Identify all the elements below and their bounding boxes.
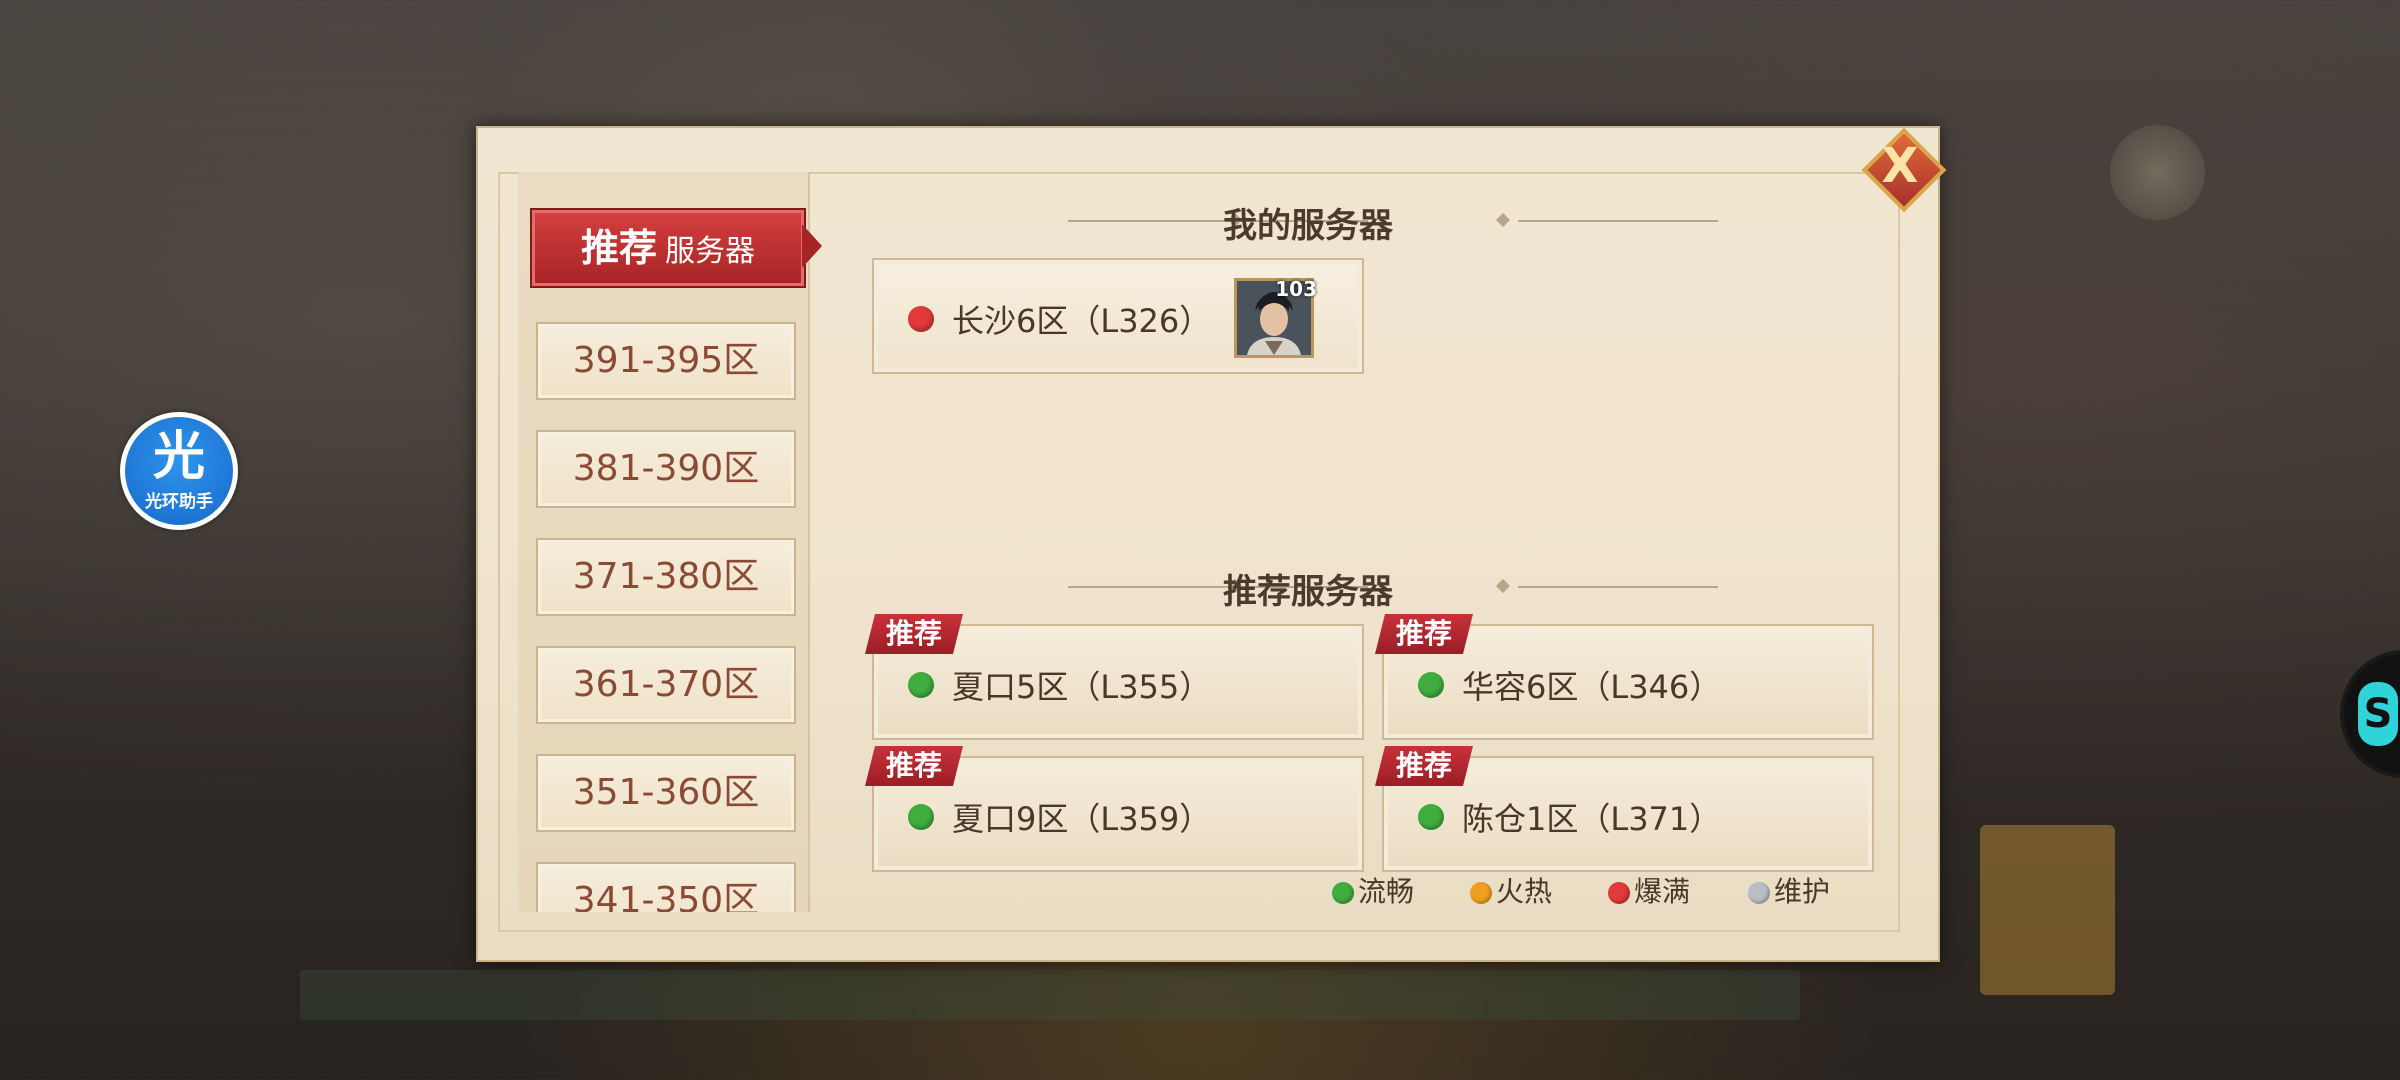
server-name: 长沙6区（L326） xyxy=(952,302,1212,340)
server-range-sidebar[interactable]: 推荐 服务器 391-395区 381-390区 371-380区 361-370… xyxy=(518,172,810,912)
background-emblem xyxy=(2110,125,2205,220)
halo-helper-button[interactable]: 光 光环助手 xyxy=(120,412,238,530)
status-smooth-dot xyxy=(908,672,934,698)
halo-helper-glyph: 光 xyxy=(152,426,205,487)
recommended-server-card[interactable]: 推荐 华容6区（L346） xyxy=(1375,614,1874,740)
recommended-tag: 推荐 xyxy=(865,614,964,654)
recommended-tag-label: 推荐 xyxy=(1396,749,1453,782)
legend-hot-dot xyxy=(1470,882,1492,904)
server-name: 夏口5区（L355） xyxy=(952,668,1212,706)
sidebar-item-341-350[interactable]: 341-350区 xyxy=(536,862,796,912)
status-full-dot xyxy=(908,306,934,332)
server-name: 陈仓1区（L371） xyxy=(1462,800,1722,838)
sidebar-item-361-370[interactable]: 361-370区 xyxy=(536,646,796,724)
recommended-title: 推荐服务器 xyxy=(1223,572,1393,612)
sidebar-item-381-390[interactable]: 381-390区 xyxy=(536,430,796,508)
character-avatar: 103 xyxy=(1234,277,1317,358)
status-smooth-dot xyxy=(908,804,934,830)
floating-widget-icon: S xyxy=(2358,682,2398,746)
legend-label: 火热 xyxy=(1496,875,1553,908)
recommended-tag: 推荐 xyxy=(1375,614,1474,654)
server-name: 华容6区（L346） xyxy=(1462,668,1722,706)
sidebar-active-label-big: 推荐 xyxy=(580,226,657,270)
legend-label: 维护 xyxy=(1774,875,1831,908)
background-card xyxy=(1980,825,2115,995)
sidebar-active-label-small: 服务器 xyxy=(665,234,755,269)
legend-maintenance: 维护 xyxy=(1748,870,1830,910)
sidebar-item-351-360[interactable]: 351-360区 xyxy=(536,754,796,832)
legend-label: 爆满 xyxy=(1634,875,1691,908)
sidebar-item-391-395[interactable]: 391-395区 xyxy=(536,322,796,400)
title-ornament-right xyxy=(1518,220,1718,222)
recommended-tag-label: 推荐 xyxy=(886,617,943,650)
my-server-card[interactable]: 长沙6区（L326） 103 xyxy=(872,258,1364,374)
halo-helper-icon: 光 光环助手 xyxy=(125,417,233,525)
server-name: 夏口9区（L359） xyxy=(952,800,1212,838)
server-select-panel: 推荐 服务器 391-395区 381-390区 371-380区 361-370… xyxy=(476,126,1940,962)
title-ornament-right xyxy=(1518,586,1718,588)
recommended-server-card[interactable]: 推荐 夏口5区（L355） xyxy=(865,614,1364,740)
background-login-bar xyxy=(300,970,1800,1020)
recommended-tag: 推荐 xyxy=(1375,746,1474,786)
recommended-tag-label: 推荐 xyxy=(1396,617,1453,650)
status-smooth-dot xyxy=(1418,672,1444,698)
recommended-server-card[interactable]: 推荐 陈仓1区（L371） xyxy=(1375,746,1874,872)
legend-maintenance-dot xyxy=(1748,882,1770,904)
legend-full: 爆满 xyxy=(1608,870,1690,910)
halo-helper-label: 光环助手 xyxy=(145,491,213,512)
close-button[interactable]: X xyxy=(1861,127,1947,213)
avatar-level: 103 xyxy=(1275,277,1317,301)
close-icon: X xyxy=(1881,138,1919,194)
recommended-server-card[interactable]: 推荐 夏口9区（L359） xyxy=(865,746,1364,872)
legend-smooth: 流畅 xyxy=(1332,870,1414,910)
status-smooth-dot xyxy=(1418,804,1444,830)
legend-full-dot xyxy=(1608,882,1630,904)
sidebar-item-recommended[interactable]: 推荐 服务器 xyxy=(530,208,806,288)
sidebar-item-371-380[interactable]: 371-380区 xyxy=(536,538,796,616)
sidebar-active-arrow xyxy=(802,224,822,268)
my-servers-title: 我的服务器 xyxy=(1223,206,1393,246)
legend-smooth-dot xyxy=(1332,882,1354,904)
legend-hot: 火热 xyxy=(1470,870,1552,910)
legend-label: 流畅 xyxy=(1358,875,1415,908)
recommended-tag: 推荐 xyxy=(865,746,964,786)
recommended-tag-label: 推荐 xyxy=(886,749,943,782)
